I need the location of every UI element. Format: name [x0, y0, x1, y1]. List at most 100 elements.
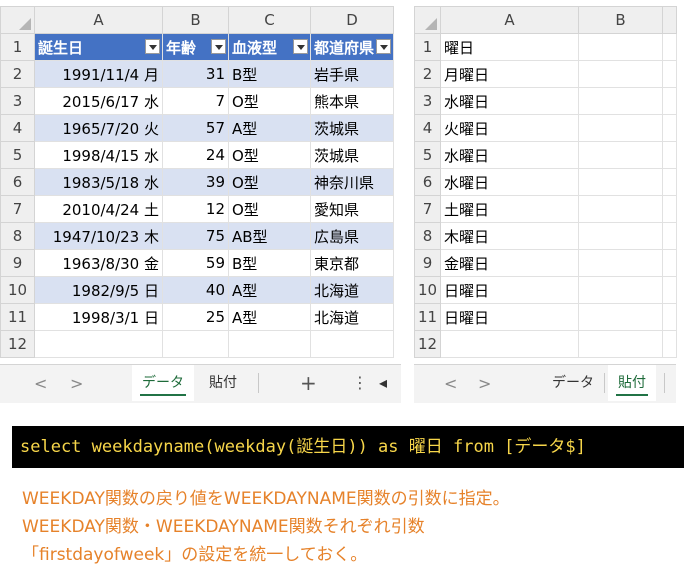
tab-data[interactable]: データ	[132, 365, 194, 401]
cell-birthday[interactable]: 1991/11/4 月	[34, 60, 163, 88]
cell-prefecture[interactable]: 愛知県	[310, 195, 394, 223]
cell-empty[interactable]	[662, 222, 677, 250]
tab-data[interactable]: データ	[542, 365, 604, 401]
add-sheet-icon[interactable]: +	[300, 371, 317, 395]
row-header[interactable]: 3	[0, 87, 35, 115]
tab-paste[interactable]: 貼付	[199, 365, 247, 401]
cell-blood-type[interactable]: B型	[228, 249, 311, 277]
cell-blood-type[interactable]: O型	[228, 168, 311, 196]
filter-dropdown-icon[interactable]	[376, 39, 391, 54]
cell-empty[interactable]	[578, 276, 663, 304]
row-header[interactable]: 4	[414, 114, 441, 142]
row-header[interactable]: 8	[414, 222, 441, 250]
cell-birthday[interactable]: 1947/10/23 木	[34, 222, 163, 250]
cell-blood-type[interactable]: O型	[228, 87, 311, 115]
cell-age[interactable]: 40	[162, 276, 229, 304]
row-header[interactable]: 12	[414, 330, 441, 358]
column-header-a[interactable]: A	[440, 6, 579, 34]
cell-age[interactable]: 75	[162, 222, 229, 250]
row-header[interactable]: 5	[0, 141, 35, 169]
cell-age[interactable]: 12	[162, 195, 229, 223]
cell-empty[interactable]	[578, 33, 663, 61]
cell-prefecture[interactable]: 岩手県	[310, 60, 394, 88]
cell-blood-type[interactable]: A型	[228, 276, 311, 304]
cell-birthday[interactable]: 1982/9/5 日	[34, 276, 163, 304]
next-sheet-icon[interactable]: >	[478, 374, 491, 393]
cell-prefecture[interactable]: 茨城県	[310, 114, 394, 142]
cell-weekday[interactable]: 水曜日	[440, 168, 579, 196]
cell-birthday[interactable]: 1963/8/30 金	[34, 249, 163, 277]
cell-blood-type[interactable]: B型	[228, 60, 311, 88]
row-header[interactable]: 7	[414, 195, 441, 223]
cell-empty[interactable]	[578, 330, 663, 358]
filter-dropdown-icon[interactable]	[145, 39, 160, 54]
row-header[interactable]: 12	[0, 330, 35, 358]
filter-dropdown-icon[interactable]	[211, 39, 226, 54]
table-header-age[interactable]: 年齢	[162, 33, 229, 61]
cell-age[interactable]: 57	[162, 114, 229, 142]
table-header-blood-type[interactable]: 血液型	[228, 33, 311, 61]
cell-empty[interactable]	[578, 222, 663, 250]
column-header-b[interactable]: B	[162, 6, 229, 34]
column-header-b[interactable]: B	[578, 6, 663, 34]
cell-age[interactable]: 59	[162, 249, 229, 277]
column-header-d[interactable]: D	[310, 6, 394, 34]
cell-prefecture[interactable]: 熊本県	[310, 87, 394, 115]
cell-empty[interactable]	[662, 276, 677, 304]
cell-empty[interactable]	[310, 330, 394, 358]
cell-weekday[interactable]: 曜日	[440, 33, 579, 61]
cell-prefecture[interactable]: 北海道	[310, 276, 394, 304]
cell-prefecture[interactable]: 北海道	[310, 303, 394, 331]
cell-prefecture[interactable]: 広島県	[310, 222, 394, 250]
cell-age[interactable]: 25	[162, 303, 229, 331]
cell-empty[interactable]	[34, 330, 163, 358]
row-header[interactable]: 6	[0, 168, 35, 196]
cell-empty[interactable]	[662, 141, 677, 169]
row-header[interactable]: 7	[0, 195, 35, 223]
column-header-c[interactable]: C	[228, 6, 311, 34]
cell-weekday[interactable]: 金曜日	[440, 249, 579, 277]
cell-empty[interactable]	[578, 60, 663, 88]
row-header[interactable]: 1	[0, 33, 35, 61]
cell-blood-type[interactable]: A型	[228, 303, 311, 331]
cell-empty[interactable]	[662, 330, 677, 358]
cell-weekday[interactable]: 日曜日	[440, 276, 579, 304]
table-header-prefecture[interactable]: 都道府県	[310, 33, 394, 61]
cell-age[interactable]: 31	[162, 60, 229, 88]
cell-empty[interactable]	[162, 330, 229, 358]
row-header[interactable]: 11	[0, 303, 35, 331]
cell-empty[interactable]	[578, 303, 663, 331]
row-header[interactable]: 2	[414, 60, 441, 88]
cell-weekday[interactable]: 火曜日	[440, 114, 579, 142]
prev-sheet-icon[interactable]: <	[34, 374, 47, 393]
cell-prefecture[interactable]: 茨城県	[310, 141, 394, 169]
filter-dropdown-icon[interactable]	[293, 39, 308, 54]
cell-weekday[interactable]: 日曜日	[440, 303, 579, 331]
cell-birthday[interactable]: 2010/4/24 土	[34, 195, 163, 223]
cell-empty[interactable]	[578, 168, 663, 196]
more-options-icon[interactable]: ⋮	[352, 373, 368, 392]
cell-blood-type[interactable]: AB型	[228, 222, 311, 250]
cell-birthday[interactable]: 2015/6/17 水	[34, 87, 163, 115]
column-header-a[interactable]: A	[34, 6, 163, 34]
row-header[interactable]: 5	[414, 141, 441, 169]
cell-weekday[interactable]: 水曜日	[440, 141, 579, 169]
cell-blood-type[interactable]: A型	[228, 114, 311, 142]
cell-blood-type[interactable]: O型	[228, 141, 311, 169]
row-header[interactable]: 3	[414, 87, 441, 115]
cell-blood-type[interactable]: O型	[228, 195, 311, 223]
cell-empty[interactable]	[578, 249, 663, 277]
cell-weekday[interactable]: 水曜日	[440, 87, 579, 115]
select-all-corner[interactable]	[0, 6, 35, 34]
cell-weekday[interactable]	[440, 330, 579, 358]
cell-empty[interactable]	[662, 249, 677, 277]
cell-empty[interactable]	[578, 114, 663, 142]
cell-empty[interactable]	[662, 60, 677, 88]
cell-empty[interactable]	[662, 168, 677, 196]
cell-prefecture[interactable]: 東京都	[310, 249, 394, 277]
row-header[interactable]: 10	[0, 276, 35, 304]
row-header[interactable]: 4	[0, 114, 35, 142]
cell-age[interactable]: 7	[162, 87, 229, 115]
row-header[interactable]: 9	[414, 249, 441, 277]
row-header[interactable]: 2	[0, 60, 35, 88]
